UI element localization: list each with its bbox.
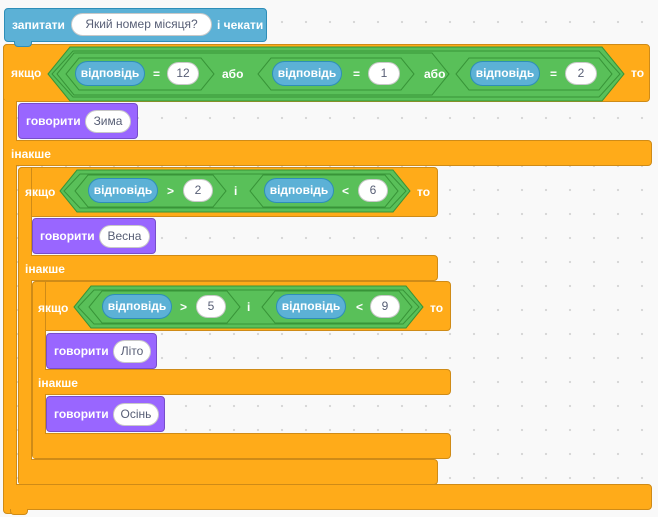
- or-label: або: [222, 67, 244, 81]
- say-label: говорити: [40, 229, 95, 243]
- say-block-spring[interactable]: говорити Весна: [32, 218, 156, 254]
- else-label: інакше: [11, 147, 51, 161]
- say-value-input[interactable]: Осінь: [113, 403, 159, 426]
- say-label: говорити: [54, 407, 109, 421]
- answer-reporter[interactable]: відповідь: [88, 178, 158, 203]
- answer-reporter[interactable]: відповідь: [272, 61, 342, 86]
- ask-and-wait-block[interactable]: запитати Який номер місяця? і чекати: [4, 8, 267, 42]
- value-input[interactable]: 2: [565, 62, 597, 85]
- value-input[interactable]: 5: [196, 295, 226, 318]
- then-label: то: [417, 185, 431, 199]
- operator-symbol: =: [153, 67, 161, 81]
- ask-wait-label: і чекати: [217, 18, 264, 32]
- answer-reporter[interactable]: відповідь: [75, 61, 145, 86]
- say-block-winter[interactable]: говорити Зима: [18, 103, 138, 139]
- operator-symbol: =: [353, 67, 361, 81]
- operator-symbol: <: [342, 184, 350, 198]
- value-input[interactable]: 1: [368, 62, 400, 85]
- say-label: говорити: [26, 114, 81, 128]
- operator-symbol: <: [356, 300, 364, 314]
- if-else-middle-footer[interactable]: [18, 459, 438, 485]
- and-label: і: [247, 300, 251, 314]
- if-else-outer-footer[interactable]: [3, 484, 652, 510]
- answer-reporter[interactable]: відповідь: [276, 294, 346, 319]
- if-else-inner-footer[interactable]: [32, 433, 451, 459]
- value-input[interactable]: 2: [183, 179, 213, 202]
- ask-question-input[interactable]: Який номер місяця?: [71, 13, 212, 36]
- answer-reporter[interactable]: відповідь: [264, 178, 334, 203]
- ask-label: запитати: [12, 18, 65, 32]
- block-notch: [10, 509, 28, 515]
- say-block-summer[interactable]: говорити Літо: [46, 333, 157, 369]
- then-label: то: [631, 66, 645, 80]
- say-value-input[interactable]: Зима: [85, 110, 131, 133]
- say-block-autumn[interactable]: говорити Осінь: [46, 396, 165, 432]
- answer-reporter[interactable]: відповідь: [470, 61, 540, 86]
- say-value-input[interactable]: Весна: [99, 225, 150, 248]
- say-value-input[interactable]: Літо: [113, 340, 151, 363]
- operator-symbol: =: [550, 67, 558, 81]
- say-label: говорити: [54, 344, 109, 358]
- if-label: якщо: [11, 66, 42, 80]
- if-else-middle-else-bar[interactable]: [18, 255, 438, 281]
- then-label: то: [430, 301, 444, 315]
- operator-symbol: >: [167, 184, 175, 198]
- if-label: якщо: [38, 301, 69, 315]
- answer-reporter[interactable]: відповідь: [102, 294, 172, 319]
- and-label: і: [234, 184, 238, 198]
- else-label: інакше: [38, 376, 78, 390]
- if-else-inner-else-bar[interactable]: [32, 369, 451, 395]
- if-else-outer-else-bar[interactable]: [3, 140, 652, 166]
- value-input[interactable]: 9: [370, 295, 400, 318]
- operator-symbol: >: [180, 300, 188, 314]
- else-label: інакше: [25, 262, 65, 276]
- block-notch: [14, 41, 32, 47]
- or-label: або: [424, 67, 446, 81]
- if-label: якщо: [25, 185, 56, 199]
- value-input[interactable]: 12: [167, 62, 199, 85]
- value-input[interactable]: 6: [358, 179, 388, 202]
